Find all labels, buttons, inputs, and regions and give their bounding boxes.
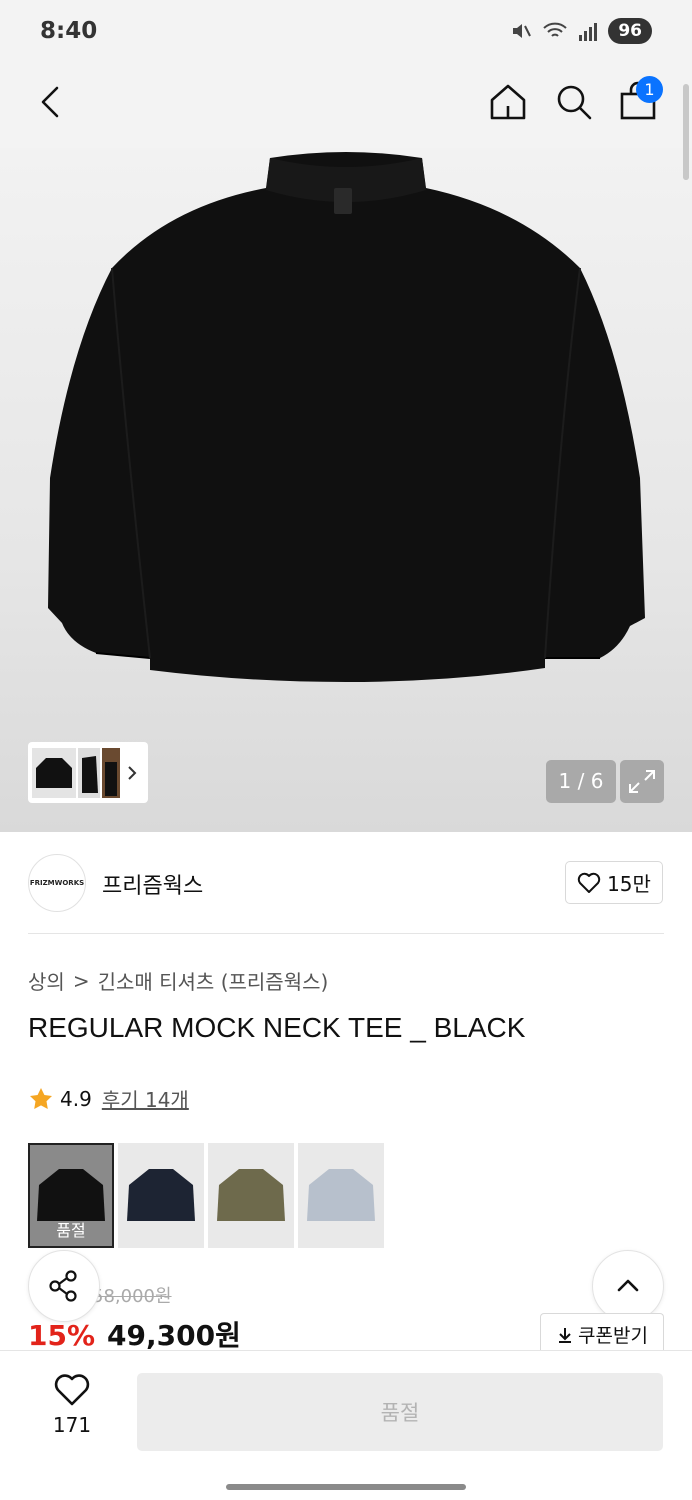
home-icon[interactable] (486, 80, 530, 124)
gesture-area (0, 1474, 692, 1500)
star-icon (30, 1087, 52, 1109)
chevron-right-icon[interactable] (122, 762, 142, 784)
thumbnail-side[interactable] (78, 747, 100, 798)
color-swatches: 품절 (28, 1143, 384, 1248)
brand-like-button[interactable]: 15만 (565, 861, 663, 904)
back-icon[interactable] (30, 80, 74, 124)
expand-button[interactable] (620, 760, 664, 803)
rating-row: 4.9 후기 14개 (28, 1084, 189, 1113)
rating-score: 4.9 (60, 1086, 92, 1111)
product-title: REGULAR MOCK NECK TEE _ BLACK (28, 1012, 526, 1043)
product-image (48, 152, 645, 682)
swatch-image (127, 1168, 195, 1221)
swatch-olive[interactable] (208, 1143, 294, 1248)
buy-button[interactable]: 품절 (137, 1373, 663, 1451)
status-icons: 96 (510, 18, 652, 44)
coupon-button[interactable]: 쿠폰받기 (540, 1313, 664, 1355)
scroll-indicator[interactable] (683, 84, 689, 180)
top-navigation: 1 (0, 62, 692, 148)
brand-name[interactable]: 프리즘웍스 (102, 868, 203, 900)
image-page-indicator: 1 / 6 (546, 760, 616, 803)
coupon-label: 쿠폰받기 (578, 1325, 648, 1347)
bottom-action-bar: 171 품절 (0, 1350, 692, 1474)
product-image-gallery[interactable] (0, 148, 692, 832)
home-gesture-bar[interactable] (226, 1484, 466, 1490)
brand-logo[interactable]: FRIZMWORKS (28, 854, 86, 912)
swatch-black[interactable]: 품절 (28, 1143, 114, 1248)
swatch-image (217, 1168, 285, 1221)
battery-indicator: 96 (608, 18, 652, 44)
brand-row: FRIZMWORKS 프리즘웍스 15만 (0, 832, 692, 934)
heart-icon (577, 872, 601, 893)
thumbnail-front[interactable] (32, 747, 76, 798)
breadcrumb-subcategory[interactable]: 긴소매 티셔츠 (프리즘웍스) (98, 966, 329, 995)
review-link[interactable]: 후기 14개 (102, 1084, 189, 1113)
mute-icon (513, 24, 532, 38)
download-icon (559, 1327, 572, 1343)
breadcrumb: 상의 > 긴소매 티셔츠 (프리즘웍스) (28, 966, 328, 995)
signal-icon (579, 23, 598, 41)
brand-logo-text: FRIZMWORKS (29, 879, 85, 887)
breadcrumb-separator: > (72, 968, 90, 993)
breadcrumb-category[interactable]: 상의 (28, 966, 65, 995)
divider (28, 933, 664, 934)
wishlist-count: 171 (52, 1413, 92, 1437)
sale-price: 49,300원 (107, 1319, 241, 1352)
swatch-light-blue[interactable] (298, 1143, 384, 1248)
chevron-up-icon (617, 1279, 639, 1292)
expand-icon (629, 770, 655, 793)
status-time: 8:40 (40, 18, 98, 44)
status-bar: 8:40 96 (0, 0, 692, 62)
original-price: 58,000원 (92, 1286, 172, 1307)
heart-icon (54, 1374, 90, 1406)
thumbnail-strip[interactable] (28, 742, 148, 803)
swatch-image (307, 1168, 375, 1221)
swatch-navy[interactable] (118, 1143, 204, 1248)
soldout-label: 품절 (56, 1221, 86, 1240)
search-icon[interactable] (552, 80, 596, 124)
wifi-icon (543, 22, 568, 37)
share-button[interactable] (28, 1250, 100, 1322)
share-icon (49, 1270, 77, 1302)
wishlist-button[interactable]: 171 (40, 1373, 104, 1437)
discount-rate: 15% (28, 1319, 96, 1352)
thumbnail-model[interactable] (102, 747, 120, 798)
scroll-to-top-button[interactable] (592, 1250, 664, 1322)
cart-count-badge: 1 (636, 76, 663, 103)
brand-like-count: 15만 (607, 872, 651, 896)
